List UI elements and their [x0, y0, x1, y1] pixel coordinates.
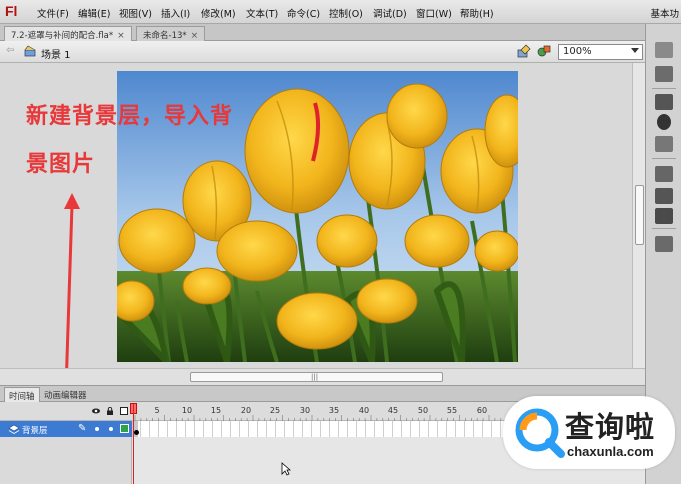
workspace-switcher[interactable]: 基本功 [650, 6, 679, 20]
outline-color-swatch[interactable] [120, 424, 129, 433]
watermark-url: chaxunla.com [567, 444, 654, 459]
app-logo: Fl [5, 3, 18, 19]
vertical-scrollbar-thumb[interactable] [635, 185, 644, 245]
frame-number: 45 [387, 406, 399, 415]
horizontal-scrollbar[interactable]: ||| [0, 368, 645, 385]
frame-number: 25 [269, 406, 281, 415]
eye-icon[interactable] [92, 407, 100, 415]
frame-number: 15 [210, 406, 222, 415]
edit-bar: ⇦ 场景 1 100% [0, 41, 645, 63]
layer-icon [8, 424, 20, 434]
frame-number: 20 [240, 406, 252, 415]
edit-scene-icon[interactable] [537, 44, 551, 58]
menu-edit[interactable]: 编辑(E) [78, 6, 110, 20]
watermark: 查询啦 chaxunla.com [503, 396, 675, 469]
watermark-title: 查询啦 [565, 410, 656, 444]
keyframe-dot [134, 430, 139, 435]
layers-empty-area [0, 437, 132, 484]
color-panel-icon[interactable] [655, 208, 673, 224]
frame-number: 5 [154, 406, 160, 415]
annotation-line-2: 景图片 [26, 152, 96, 177]
menu-help[interactable]: 帮助(H) [460, 6, 494, 20]
toolstrip-divider [652, 228, 676, 229]
frame-number: 50 [417, 406, 429, 415]
transform-panel-icon[interactable] [655, 136, 673, 152]
close-icon[interactable]: × [191, 31, 199, 41]
menu-bar: Fl 文件(F) 编辑(E) 视图(V) 插入(I) 修改(M) 文本(T) 命… [0, 0, 681, 24]
playhead-line [133, 404, 134, 484]
layer-name-cell[interactable]: 背景层 ✎ [0, 421, 132, 437]
menu-insert[interactable]: 插入(I) [161, 6, 190, 20]
menu-commands[interactable]: 命令(C) [287, 6, 320, 20]
lock-icon[interactable] [106, 407, 114, 415]
tab-current-document[interactable]: 7.2-遮罩与补间的配合.fla* × [4, 26, 132, 41]
tab-label: 7.2-遮罩与补间的配合.fla* [11, 31, 114, 41]
magnifier-icon [515, 408, 565, 458]
horizontal-scrollbar-thumb[interactable]: ||| [190, 372, 443, 382]
menu-view[interactable]: 视图(V) [119, 6, 152, 20]
grip-icon: ||| [311, 373, 319, 381]
frame-number: 40 [358, 406, 370, 415]
tab-untitled-document[interactable]: 未命名-13* × [136, 26, 206, 41]
layer-name[interactable]: 背景层 [22, 424, 48, 436]
info-panel-icon[interactable] [657, 114, 671, 130]
zoom-value: 100% [563, 46, 592, 57]
pencil-icon: ✎ [78, 423, 87, 434]
scene-label[interactable]: 场景 1 [41, 46, 71, 61]
swatches-panel-icon[interactable] [655, 236, 673, 252]
align-panel-icon[interactable] [655, 94, 673, 110]
outline-icon[interactable] [120, 407, 128, 415]
frame-number: 30 [299, 406, 311, 415]
cursor-icon [281, 462, 291, 476]
vertical-scrollbar[interactable] [632, 63, 645, 368]
components-panel-icon[interactable] [655, 166, 673, 182]
scene-icon [24, 45, 36, 57]
toolstrip-divider [652, 158, 676, 159]
edit-symbol-icon[interactable] [517, 44, 531, 58]
tab-label: 未命名-13* [143, 31, 187, 41]
tab-motion-editor[interactable]: 动画编辑器 [40, 387, 91, 402]
menu-window[interactable]: 窗口(W) [416, 6, 452, 20]
frame-number: 35 [328, 406, 340, 415]
back-arrow-icon[interactable]: ⇦ [6, 45, 14, 56]
annotation-line-1: 新建背景层，导入背 [26, 104, 234, 129]
close-icon[interactable]: × [117, 31, 125, 41]
motion-presets-icon[interactable] [655, 188, 673, 204]
library-panel-icon[interactable] [655, 66, 673, 82]
properties-panel-icon[interactable] [655, 42, 673, 58]
stage-area[interactable]: 新建背景层，导入背 景图片 [0, 63, 632, 452]
annotation-text: 新建背景层，导入背 景图片 [26, 93, 296, 189]
document-tabs: 7.2-遮罩与补间的配合.fla* × 未命名-13* × [0, 24, 645, 41]
menu-text[interactable]: 文本(T) [246, 6, 278, 20]
tab-timeline[interactable]: 时间轴 [4, 387, 40, 402]
menu-modify[interactable]: 修改(M) [201, 6, 236, 20]
toolstrip-divider [652, 88, 676, 89]
frame-number: 55 [446, 406, 458, 415]
chevron-down-icon [631, 48, 639, 53]
menu-control[interactable]: 控制(O) [329, 6, 363, 20]
menu-debug[interactable]: 调试(D) [373, 6, 407, 20]
frame-number: 60 [476, 406, 488, 415]
visibility-dot[interactable] [95, 427, 99, 431]
frame-number: 10 [181, 406, 193, 415]
zoom-select[interactable]: 100% [558, 44, 643, 60]
lock-dot[interactable] [109, 427, 113, 431]
menu-file[interactable]: 文件(F) [37, 6, 69, 20]
